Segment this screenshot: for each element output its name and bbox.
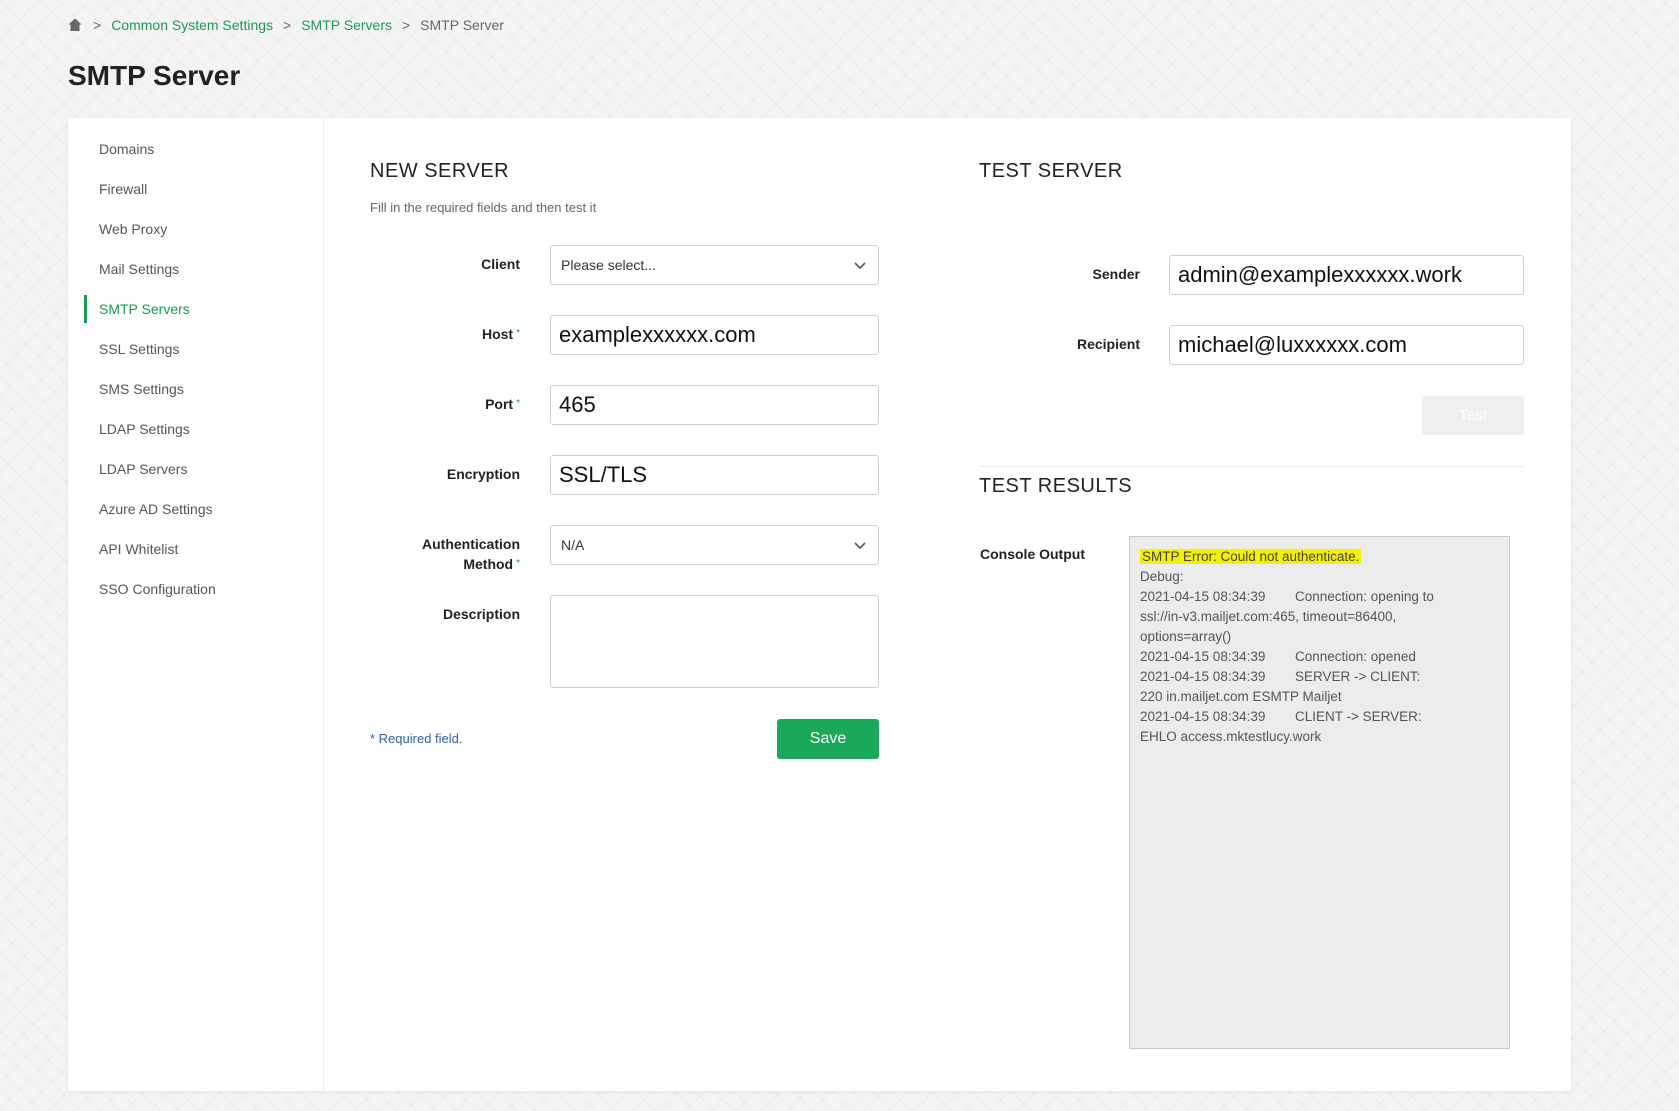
encryption-field[interactable] <box>550 455 879 495</box>
console-line: ssl://in-v3.mailjet.com:465, timeout=864… <box>1140 609 1397 624</box>
console-debug-line: Debug: <box>1140 569 1184 584</box>
breadcrumb-smtp-servers[interactable]: SMTP Servers <box>301 17 392 33</box>
auth-method-select[interactable]: N/A <box>550 525 879 565</box>
sidebar-item-domains[interactable]: Domains <box>84 135 154 163</box>
encryption-label: Encryption <box>446 466 520 482</box>
new-server-title: NEW SERVER <box>370 160 510 182</box>
host-label-text: Host <box>481 326 514 342</box>
auth-method-label-line1: Authentication <box>422 536 520 552</box>
save-button[interactable]: Save <box>777 719 879 759</box>
breadcrumb-common-system-settings[interactable]: Common System Settings <box>111 17 273 33</box>
console-line: EHLO access.mktestlucy.work <box>1140 729 1322 744</box>
sender-input[interactable] <box>1170 256 1523 294</box>
client-select[interactable]: Please select... <box>550 245 879 285</box>
section-divider <box>979 466 1524 467</box>
port-field[interactable] <box>550 385 879 425</box>
port-required-mark: * <box>516 398 520 409</box>
host-label: Host * <box>380 324 520 344</box>
console-line: options=array() <box>1140 629 1232 644</box>
console-line: 2021-04-15 08:34:39 Connection: opening t… <box>1140 589 1434 604</box>
description-textarea[interactable] <box>551 596 878 687</box>
chevron-down-icon <box>852 257 868 273</box>
sidebar-item-ldap-settings[interactable]: LDAP Settings <box>84 415 190 443</box>
test-results-title: TEST RESULTS <box>979 475 1133 497</box>
host-field[interactable] <box>550 315 879 355</box>
sidebar-item-web-proxy[interactable]: Web Proxy <box>84 215 167 243</box>
sidebar: Domains Firewall Web Proxy Mail Settings… <box>68 118 324 1091</box>
recipient-label: Recipient <box>1076 336 1140 352</box>
sidebar-item-sso-configuration[interactable]: SSO Configuration <box>84 575 216 603</box>
breadcrumb-current: SMTP Server <box>420 17 504 33</box>
test-button[interactable]: Test <box>1422 396 1524 435</box>
client-label: Client <box>481 256 520 272</box>
port-label: Port * <box>380 394 520 414</box>
breadcrumb-separator: > <box>283 17 292 33</box>
sidebar-item-ldap-servers[interactable]: LDAP Servers <box>84 455 187 483</box>
auth-method-select-value: N/A <box>561 537 585 553</box>
console-error-line: SMTP Error: Could not authenticate. <box>1140 549 1362 564</box>
recipient-field[interactable] <box>1169 325 1524 365</box>
sidebar-item-ssl-settings[interactable]: SSL Settings <box>84 335 179 363</box>
console-line: 2021-04-15 08:34:39 CLIENT -> SERVER: <box>1140 709 1422 724</box>
description-field[interactable] <box>550 595 879 688</box>
page-title: SMTP Server <box>68 60 241 91</box>
sender-label: Sender <box>1092 266 1140 282</box>
encryption-input[interactable] <box>551 456 878 494</box>
sidebar-item-mail-settings[interactable]: Mail Settings <box>84 255 179 283</box>
host-required-mark: * <box>516 328 520 339</box>
console-output[interactable]: SMTP Error: Could not authenticate. Debu… <box>1129 536 1510 1049</box>
port-input[interactable] <box>551 386 878 424</box>
breadcrumb-separator: > <box>401 17 411 33</box>
form-hint: Fill in the required fields and then tes… <box>370 200 597 215</box>
sidebar-item-smtp-servers[interactable]: SMTP Servers <box>84 295 190 323</box>
client-select-value: Please select... <box>561 257 656 273</box>
recipient-input[interactable] <box>1170 326 1523 364</box>
sender-field[interactable] <box>1169 255 1524 295</box>
chevron-down-icon <box>852 537 868 553</box>
sidebar-item-azure-ad-settings[interactable]: Azure AD Settings <box>84 495 213 523</box>
auth-method-label: Authentication Method * <box>380 534 520 574</box>
port-label-text: Port <box>485 396 514 412</box>
sidebar-item-api-whitelist[interactable]: API Whitelist <box>84 535 178 563</box>
console-line: 220 in.mailjet.com ESMTP Mailjet <box>1140 689 1342 704</box>
sidebar-item-firewall[interactable]: Firewall <box>84 175 147 203</box>
breadcrumb: > Common System Settings > SMTP Servers … <box>67 16 504 34</box>
sidebar-item-sms-settings[interactable]: SMS Settings <box>84 375 184 403</box>
description-label: Description <box>442 606 520 622</box>
test-server-title: TEST SERVER <box>979 160 1123 182</box>
home-icon[interactable] <box>67 17 83 33</box>
console-output-label: Console Output <box>980 546 1085 562</box>
auth-method-label-line2: Method <box>463 556 514 572</box>
auth-method-required-mark: * <box>516 558 520 569</box>
console-line: 2021-04-15 08:34:39 Connection: opened <box>1140 649 1416 664</box>
required-field-note: * Required field. <box>370 731 463 746</box>
host-input[interactable] <box>551 316 878 354</box>
breadcrumb-separator: > <box>93 17 102 33</box>
console-line: 2021-04-15 08:34:39 SERVER -> CLIENT: <box>1140 669 1421 684</box>
